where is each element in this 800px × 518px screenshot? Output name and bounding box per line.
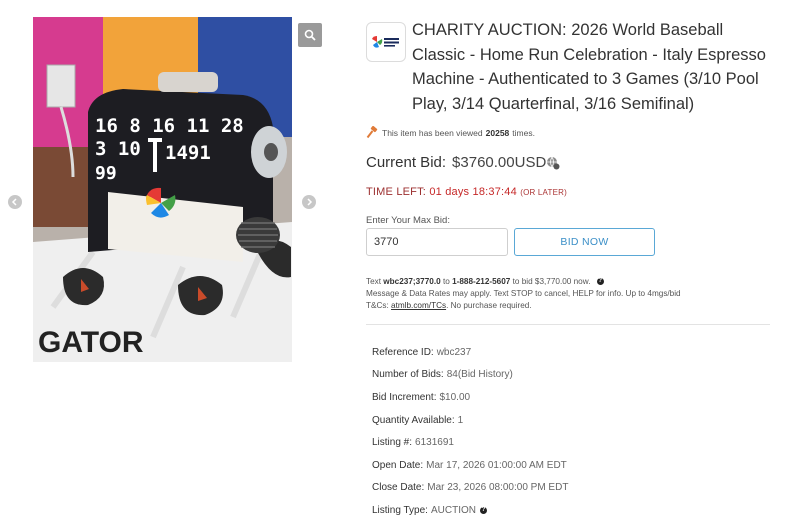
fact-label: Quantity Available: xyxy=(372,414,455,426)
sms-bid-text: to bid $3,770.00 now. xyxy=(512,277,591,286)
fact-label: Number of Bids: xyxy=(372,369,444,381)
time-left-note: (OR LATER) xyxy=(520,188,567,197)
text-to-bid-info: Text wbc237;3770.0 to 1-888-212-5607 to … xyxy=(366,276,776,312)
listing-title: CHARITY AUCTION: 2026 World Baseball Cla… xyxy=(412,21,766,113)
time-left: TIME LEFT: 01 days 18:37:44 (OR LATER) xyxy=(366,186,567,198)
time-left-value: 01 days 18:37:44 xyxy=(429,186,517,198)
fact-label: Open Date: xyxy=(372,459,424,471)
fact-bid-increment: Bid Increment: $10.00 xyxy=(372,386,772,409)
views-prefix: This item has been viewed xyxy=(382,127,483,138)
sms-phone: 1-888-212-5607 xyxy=(452,277,511,286)
sms-code: wbc237;3770.0 xyxy=(383,277,441,286)
world-baseball-classic-logo-icon xyxy=(372,36,399,48)
fact-reference-id: Reference ID: wbc237 xyxy=(372,341,772,364)
globe-icon[interactable] xyxy=(546,156,560,170)
fact-label: Reference ID: xyxy=(372,346,434,358)
view-count: This item has been viewed 20258 times. xyxy=(366,126,535,139)
machine-numbers-row2-right: 1491 xyxy=(165,142,211,164)
product-image[interactable]: GATOR 16 8 16 11 28 3 10 1491 99 xyxy=(33,17,292,362)
chevron-left-icon xyxy=(11,198,17,206)
sms-text-word: Text xyxy=(366,277,382,286)
time-left-label: TIME LEFT: xyxy=(366,186,427,198)
fact-number-of-bids: Number of Bids: 84(Bid History) xyxy=(372,364,772,387)
fact-value: Mar 17, 2026 01:00:00 AM EDT xyxy=(426,459,567,471)
search-icon xyxy=(304,29,316,41)
machine-numbers-row3: 99 xyxy=(95,163,117,184)
next-image-button[interactable] xyxy=(302,195,316,209)
current-bid-label: Current Bid: xyxy=(366,154,447,171)
machine-numbers-row2: 3 10 xyxy=(95,138,141,160)
sms-to-word: to xyxy=(442,277,450,286)
fact-label: Close Date: xyxy=(372,482,425,494)
hammer-icon xyxy=(366,126,378,139)
bid-history-link[interactable]: 84(Bid History) xyxy=(447,369,513,380)
espresso-machine-photo: GATOR 16 8 16 11 28 3 10 1491 99 xyxy=(33,17,292,362)
tcs-suffix: . No purchase required. xyxy=(446,301,532,310)
current-bid: Current Bid: $3760.00USD xyxy=(366,154,560,171)
fact-open-date: Open Date: Mar 17, 2026 01:00:00 AM EDT xyxy=(372,454,772,477)
fact-label: Listing Type: xyxy=(372,504,428,516)
divider xyxy=(366,324,770,325)
fact-value: AUCTION xyxy=(430,504,476,516)
sms-line-1: Text wbc237;3770.0 to 1-888-212-5607 to … xyxy=(366,276,776,288)
chevron-right-icon xyxy=(307,198,313,206)
fact-value: 1 xyxy=(457,414,464,426)
current-bid-value: $3760.00USD xyxy=(452,154,547,171)
image-gallery: GATOR 16 8 16 11 28 3 10 1491 99 xyxy=(0,0,330,518)
info-icon[interactable]: ? xyxy=(596,278,604,286)
views-count: 20258 xyxy=(485,127,510,138)
towel-text: GATOR xyxy=(38,326,144,359)
views-suffix: times. xyxy=(512,127,535,138)
fact-quantity-available: Quantity Available: 1 xyxy=(372,409,772,432)
fact-value: Mar 23, 2026 08:00:00 PM EDT xyxy=(427,482,569,494)
fact-close-date: Close Date: Mar 23, 2026 08:00:00 PM EDT xyxy=(372,477,772,500)
fact-listing-type: Listing Type: AUCTION ? xyxy=(372,499,772,518)
sms-tcs-line: T&Cs: atmlb.com/TCs. No purchase require… xyxy=(366,300,776,312)
zoom-button[interactable] xyxy=(298,23,322,47)
bid-now-button[interactable]: BID NOW xyxy=(514,228,655,256)
fact-label: Listing #: xyxy=(372,437,413,449)
max-bid-label: Enter Your Max Bid: xyxy=(366,215,450,226)
sms-rates-line: Message & Data Rates may apply. Text STO… xyxy=(366,289,681,298)
fact-listing-number: Listing #: 6131691 xyxy=(372,431,772,454)
wbc-logo xyxy=(366,22,406,62)
machine-numbers-row1: 16 8 16 11 28 xyxy=(95,115,244,137)
fact-label: Bid Increment: xyxy=(372,391,437,403)
listing-facts: Reference ID: wbc237 Number of Bids: 84(… xyxy=(372,341,772,518)
tcs-link[interactable]: atmlb.com/TCs xyxy=(391,301,446,310)
fact-value: wbc237 xyxy=(436,346,472,358)
previous-image-button[interactable] xyxy=(8,195,22,209)
max-bid-input[interactable] xyxy=(366,228,508,256)
tcs-label: T&Cs: xyxy=(366,301,389,310)
fact-value: $10.00 xyxy=(439,391,471,403)
fact-value: 6131691 xyxy=(415,437,454,449)
info-icon[interactable]: ? xyxy=(479,506,487,514)
